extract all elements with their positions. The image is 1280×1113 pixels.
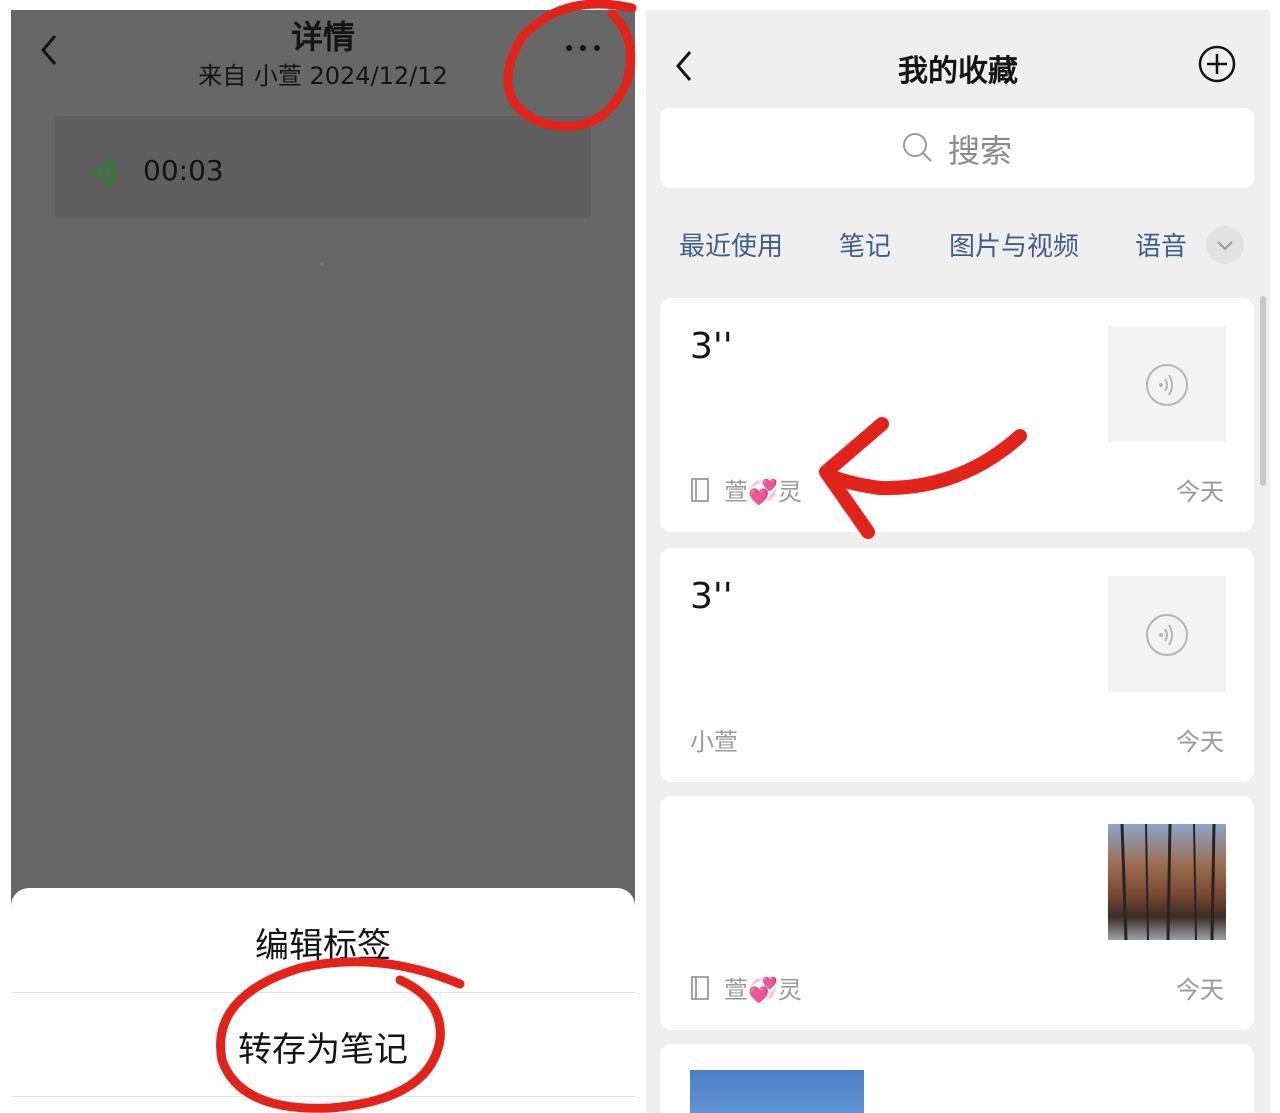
search-icon: [903, 133, 932, 162]
card-title: 3'': [690, 326, 733, 367]
scrollbar[interactable]: [1260, 296, 1266, 486]
divider: [11, 1096, 635, 1097]
card-title: 3'': [690, 576, 733, 617]
card-date: 今天: [1176, 728, 1224, 756]
voice-thumbnail: [1108, 576, 1226, 692]
note-book-icon: [691, 477, 709, 502]
save-as-note-option[interactable]: 转存为笔记: [11, 1022, 635, 1071]
photo-thumbnail: [690, 1070, 864, 1113]
card-source: 萱💞灵: [690, 970, 802, 1005]
search-placeholder: 搜索: [948, 132, 1013, 170]
page-title: 详情: [290, 18, 355, 56]
add-icon[interactable]: [1197, 44, 1237, 84]
favorite-card[interactable]: [660, 1044, 1254, 1113]
card-source-name: 小萱: [690, 728, 738, 756]
card-source: 萱💞灵: [690, 472, 802, 507]
action-sheet: 编辑标签 转存为笔记: [11, 888, 635, 1113]
page-subtitle: 来自 小萱 2024/12/12: [198, 62, 448, 90]
divider: [11, 992, 635, 993]
detail-screen: 详情 来自 小萱 2024/12/12 00:03 编辑标签 转存为笔记: [11, 10, 635, 1113]
tab-notes[interactable]: 笔记: [839, 226, 891, 263]
tabs-expand-button[interactable]: [1206, 226, 1244, 264]
favorite-card[interactable]: 3'' 小萱 今天: [660, 548, 1254, 782]
forest-photo: [1120, 823, 1216, 941]
card-date: 今天: [1176, 976, 1224, 1004]
card-date: 今天: [1176, 478, 1224, 506]
voice-icon: [1146, 614, 1188, 656]
voice-duration: 00:03: [143, 154, 224, 187]
voice-thumbnail: [1108, 326, 1226, 442]
more-options-icon[interactable]: [559, 32, 607, 64]
divider: [320, 262, 324, 266]
card-source-name: 萱💞灵: [724, 976, 802, 1004]
note-book-icon: [691, 975, 709, 1000]
favorites-screen: 我的收藏 搜索 最近使用 笔记 图片与视频 语音 3'' 萱💞灵 今天 3'' …: [646, 10, 1270, 1113]
photo-thumbnail: [1108, 823, 1226, 941]
tab-recent[interactable]: 最近使用: [679, 226, 783, 263]
voice-icon: [1146, 364, 1188, 406]
search-bar[interactable]: 搜索: [660, 108, 1254, 188]
tab-images-videos[interactable]: 图片与视频: [949, 226, 1079, 263]
category-tabs: 最近使用 笔记 图片与视频 语音: [646, 222, 1270, 268]
card-source-name: 萱💞灵: [724, 478, 802, 506]
tab-voice[interactable]: 语音: [1135, 226, 1187, 263]
favorite-card[interactable]: 3'' 萱💞灵 今天: [660, 298, 1254, 532]
edit-tags-option[interactable]: 编辑标签: [11, 918, 635, 967]
voice-message[interactable]: 00:03: [55, 116, 591, 218]
page-title: 我的收藏: [898, 54, 1018, 89]
favorite-card[interactable]: 萱💞灵 今天: [660, 796, 1254, 1030]
chevron-down-icon: [1217, 241, 1233, 251]
card-source: 小萱: [690, 722, 738, 757]
voice-wave-icon: [93, 156, 115, 188]
